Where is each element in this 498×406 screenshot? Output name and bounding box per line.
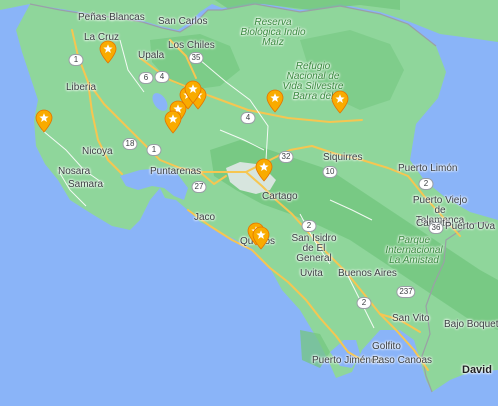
place-label: San Carlos: [158, 16, 208, 27]
star-icon: [35, 109, 53, 133]
star-icon: [164, 110, 182, 134]
star-icon: [99, 40, 117, 64]
star-icon: [266, 89, 284, 113]
map[interactable]: Peñas Blancas San Carlos La Cruz Upala L…: [0, 0, 498, 406]
place-label: Bajo Boquete: [444, 319, 498, 330]
place-label: Puerto Uva: [445, 221, 496, 232]
star-icon: [184, 80, 202, 104]
place-label: Golfito: [372, 341, 401, 352]
route-shield: 1: [146, 144, 162, 156]
route-shield: 10: [322, 166, 338, 178]
route-shield: 36: [428, 222, 444, 234]
place-label: Samara: [68, 179, 104, 190]
place-label: San Vito: [392, 313, 430, 324]
place-label: Nicoya: [82, 146, 113, 157]
place-label: San Isidro de El General: [291, 233, 337, 264]
place-label: Nosara: [58, 166, 91, 177]
star-icon: [252, 226, 270, 250]
reserve-label: Reserva Biológica Indio Maíz: [240, 17, 306, 48]
route-shield: 18: [122, 138, 138, 150]
route-shield: 237: [396, 286, 416, 298]
route-shield: 35: [188, 52, 204, 64]
route-shield: 32: [278, 151, 294, 163]
route-shield: 2: [418, 178, 434, 190]
star-icon: [331, 90, 349, 114]
place-label: Puerto Limón: [398, 163, 458, 174]
map-marker[interactable]: [252, 226, 270, 250]
map-marker[interactable]: [99, 40, 117, 64]
place-label: Cartago: [262, 191, 298, 202]
map-marker[interactable]: [35, 109, 53, 133]
route-shield: 2: [301, 220, 317, 232]
place-label: Jaco: [194, 212, 216, 223]
route-shield: 6: [138, 72, 154, 84]
place-label: Paso Canoas: [372, 355, 433, 366]
route-shield: 2: [356, 297, 372, 309]
route-shield: 4: [240, 112, 256, 124]
map-marker[interactable]: [164, 110, 182, 134]
place-label: Buenos Aires: [338, 268, 397, 279]
route-shield: 4: [154, 71, 170, 83]
place-label: Los Chiles: [168, 40, 215, 51]
place-label: Siquirres: [323, 152, 363, 163]
map-marker[interactable]: [331, 90, 349, 114]
place-label: Puntarenas: [150, 166, 202, 177]
map-marker[interactable]: [266, 89, 284, 113]
place-label: Upala: [138, 50, 165, 61]
route-shield: 27: [191, 181, 207, 193]
place-label: David: [462, 364, 492, 376]
place-label: Uvita: [300, 268, 323, 279]
star-icon: [255, 158, 273, 182]
map-marker[interactable]: [255, 158, 273, 182]
place-label: Peñas Blancas: [78, 12, 145, 23]
map-marker[interactable]: [184, 80, 202, 104]
route-shield: 1: [68, 54, 84, 66]
reserve-label: Parque Internacional La Amistad: [385, 235, 443, 266]
place-label: Liberia: [66, 82, 97, 93]
